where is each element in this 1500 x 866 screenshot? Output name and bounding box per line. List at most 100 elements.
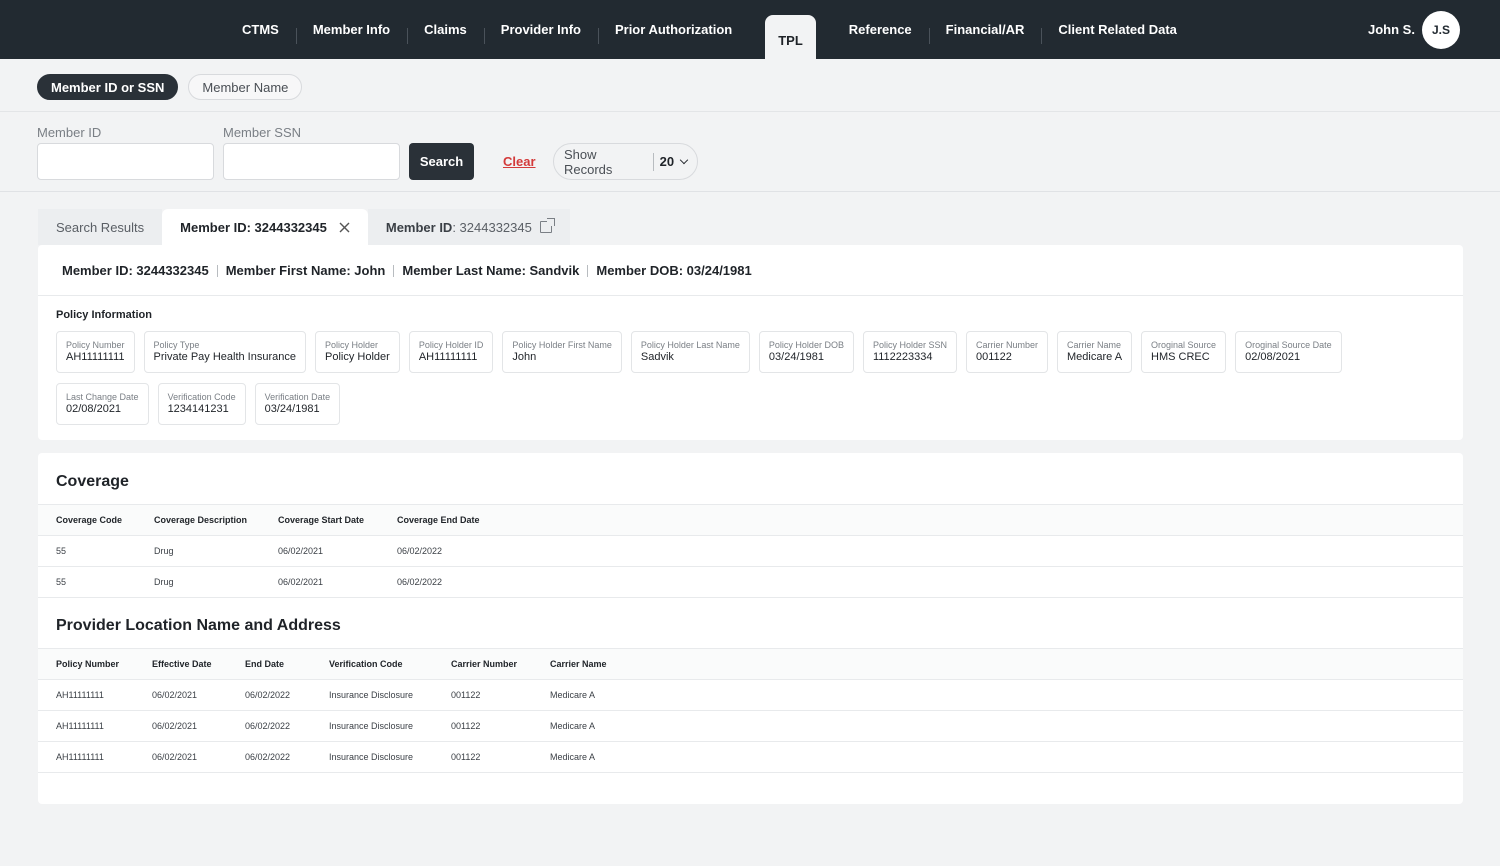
column-header[interactable]: Coverage Code <box>38 504 154 536</box>
member-last-name-summary: Member Last Name: Sandvik <box>402 263 580 278</box>
member-summary: Member ID: 3244332345 Member First Name:… <box>62 263 752 278</box>
policy-field-label: Policy Holder DOB <box>768 340 844 350</box>
nav-provider-info[interactable]: Provider Info <box>483 0 598 59</box>
column-header[interactable]: Coverage Start Date <box>278 504 397 536</box>
policy-field-value: Private Pay Health Insurance <box>153 351 296 363</box>
mode-member-name[interactable]: Member Name <box>188 74 303 100</box>
nav-financial-ar[interactable]: Financial/AR <box>928 0 1042 59</box>
table-cell: 06/02/2022 <box>245 710 329 742</box>
table-cell: 55 <box>38 566 154 598</box>
table-cell: 06/02/2021 <box>152 679 245 711</box>
show-records-select[interactable]: Show Records 20 <box>553 143 698 180</box>
table-cell: 06/02/2021 <box>278 535 397 567</box>
table-row[interactable]: AH11111111 06/02/2021 06/02/2022 Insurance … <box>38 679 1463 711</box>
user-name[interactable]: John S. <box>1368 22 1415 37</box>
policy-field-value: HMS CREC <box>1151 351 1210 363</box>
policy-field-value: 03/24/1981 <box>264 403 320 415</box>
column-header[interactable]: Effective Date <box>152 648 245 680</box>
tab-label: Search Results <box>56 219 145 235</box>
table-cell: 06/02/2022 <box>397 535 1463 567</box>
nav-reference[interactable]: Reference <box>832 0 929 59</box>
policy-field: Oroginal Source HMS CREC <box>1141 331 1227 373</box>
table-cell: Medicare A <box>550 710 1463 742</box>
nav-ctms[interactable]: CTMS <box>225 0 296 59</box>
policy-field-label: Policy Number <box>66 340 125 350</box>
member-ssn-label: Member SSN <box>223 125 302 140</box>
clear-link[interactable]: Clear <box>503 154 536 169</box>
column-header[interactable]: Policy Number <box>38 648 152 680</box>
table-cell: 001122 <box>451 710 550 742</box>
main-nav: CTMS Member Info Claims Provider Info Pr… <box>225 0 1194 59</box>
separator <box>587 264 589 277</box>
policy-field-label: Last Change Date <box>66 392 139 402</box>
column-header[interactable]: Verification Code <box>329 648 451 680</box>
table-row[interactable]: 55 Drug 06/02/2021 06/02/2022 <box>38 566 1463 598</box>
member-ssn-input[interactable] <box>244 154 420 169</box>
member-dob-summary: Member DOB: 03/24/1981 <box>596 263 752 278</box>
table-cell: 001122 <box>451 679 550 711</box>
policy-field-label: Policy Holder <box>325 340 379 350</box>
avatar[interactable]: J.S <box>1422 11 1460 49</box>
table-cell: Medicare A <box>550 679 1463 711</box>
table-cell: 06/02/2021 <box>152 710 245 742</box>
policy-field: Policy Holder ID AH11111111 <box>408 331 494 373</box>
policy-field-value: Policy Holder <box>325 351 390 363</box>
table-cell: 06/02/2022 <box>245 679 329 711</box>
policy-field: Policy Holder Last Name Sadvik <box>630 331 750 373</box>
policy-field: Verification Code 1234141231 <box>157 383 246 425</box>
nav-claims[interactable]: Claims <box>407 0 484 59</box>
column-header[interactable]: Carrier Number <box>451 648 550 680</box>
member-id-summary: Member ID: 3244332345 <box>62 263 209 278</box>
policy-field-value: Sadvik <box>640 351 674 363</box>
policy-row: Policy Number AH11111111 Policy Type Privat… <box>56 331 1446 373</box>
external-link-icon[interactable] <box>539 218 555 233</box>
nav-prior-authorization[interactable]: Prior Authorization <box>597 0 749 59</box>
table-row[interactable]: AH11111111 06/02/2021 06/02/2022 Insurance … <box>38 710 1463 742</box>
search-mode-toggle: Member ID or SSN Member Name <box>37 74 303 100</box>
policy-field-label: Oroginal Source Date <box>1245 340 1332 350</box>
table-cell: AH11111111 <box>38 710 152 742</box>
tab-label: Member ID: 3244332345 <box>180 219 327 235</box>
policy-field: Carrier Number 001122 <box>965 331 1048 373</box>
member-id-input[interactable] <box>58 154 234 169</box>
search-button[interactable]: Search <box>409 143 474 180</box>
policy-field-value: 1234141231 <box>167 403 229 415</box>
member-id-field[interactable] <box>37 143 234 180</box>
column-header[interactable]: Carrier Name <box>550 648 1463 680</box>
policy-info-grid: Policy Number AH11111111 Policy Type Privat… <box>56 331 1446 435</box>
column-header[interactable]: Coverage End Date <box>397 504 1463 536</box>
policy-field-value: 1112223334 <box>872 351 933 363</box>
mode-member-id-or-ssn[interactable]: Member ID or SSN <box>37 74 179 100</box>
policy-field-value: 001122 <box>975 351 1012 363</box>
column-header[interactable]: End Date <box>245 648 329 680</box>
nav-member-info[interactable]: Member Info <box>295 0 407 59</box>
tab-member-other[interactable]: Member ID: 3244332345 <box>367 209 570 245</box>
coverage-title: Coverage <box>56 473 129 490</box>
policy-field-label: Carrier Number <box>975 340 1038 350</box>
column-header[interactable]: Coverage Description <box>154 504 278 536</box>
table-header-row: Coverage Code Coverage Description Coverag… <box>38 504 1463 536</box>
member-detail-card: Member ID: 3244332345 Member First Name:… <box>38 245 1463 440</box>
policy-field-label: Policy Holder ID <box>418 340 484 350</box>
policy-field-value: Medicare A <box>1067 351 1123 363</box>
table-cell: 06/02/2021 <box>278 566 397 598</box>
tab-search-results[interactable]: Search Results <box>38 209 163 245</box>
policy-field-label: Policy Holder First Name <box>512 340 612 350</box>
show-records-label: Show Records <box>564 146 613 177</box>
table-row[interactable]: AH11111111 06/02/2021 06/02/2022 Insurance … <box>38 741 1463 773</box>
provider-location-title: Provider Location Name and Address <box>56 617 341 634</box>
policy-field-label: Policy Holder SSN <box>872 340 947 350</box>
policy-field-value: 03/24/1981 <box>768 351 824 363</box>
member-ssn-field[interactable] <box>223 143 420 180</box>
policy-field-label: Verification Code <box>167 392 236 402</box>
table-cell: Insurance Disclosure <box>329 741 451 773</box>
policy-field-label: Verification Date <box>264 392 331 402</box>
table-row[interactable]: 55 Drug 06/02/2021 06/02/2022 <box>38 535 1463 567</box>
close-icon[interactable] <box>339 222 350 233</box>
table-cell: Insurance Disclosure <box>329 710 451 742</box>
nav-client-related-data[interactable]: Client Related Data <box>1041 0 1193 59</box>
policy-field: Policy Holder DOB 03/24/1981 <box>758 331 854 373</box>
nav-tpl[interactable]: TPL <box>765 15 816 59</box>
policy-field: Policy Holder Policy Holder <box>315 331 400 373</box>
tab-member-active[interactable]: Member ID: 3244332345 <box>162 209 368 245</box>
